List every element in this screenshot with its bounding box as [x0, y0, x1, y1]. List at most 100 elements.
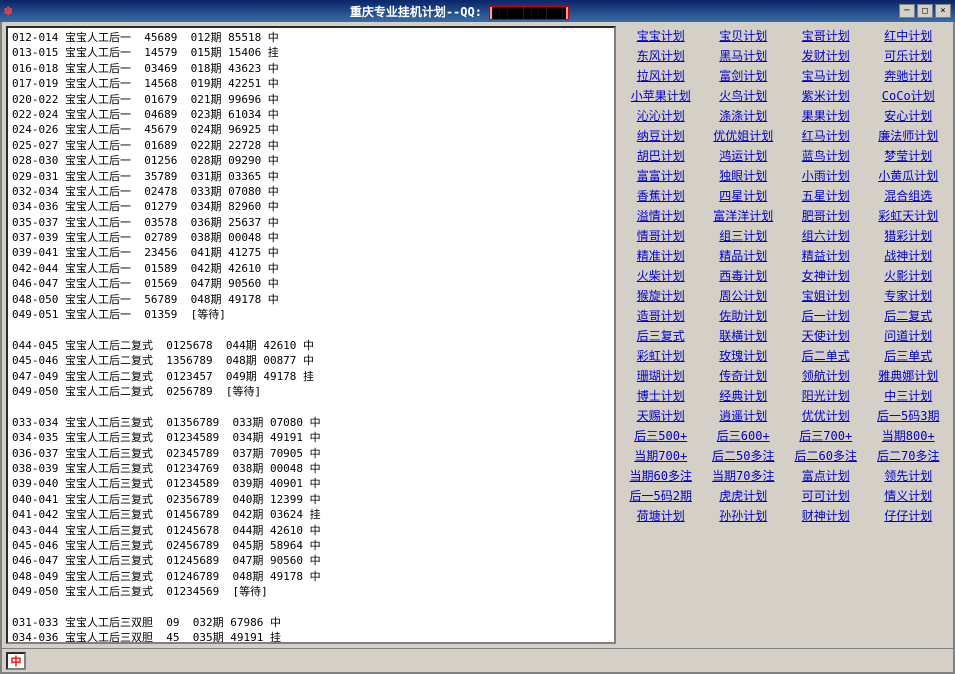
- plan-link[interactable]: 宝马计划: [785, 66, 867, 85]
- plan-link[interactable]: 战神计划: [868, 246, 950, 265]
- plan-link[interactable]: 珊瑚计划: [620, 366, 702, 385]
- plan-link[interactable]: 后三单式: [868, 346, 950, 365]
- plan-link[interactable]: 女神计划: [785, 266, 867, 285]
- plan-link[interactable]: 组六计划: [785, 226, 867, 245]
- plan-link[interactable]: 后一5码2期: [620, 486, 702, 505]
- plan-link[interactable]: 火鸟计划: [703, 86, 785, 105]
- plan-link[interactable]: 当期70多注: [703, 466, 785, 485]
- plan-link[interactable]: 奔驰计划: [868, 66, 950, 85]
- plan-link[interactable]: 彩虹计划: [620, 346, 702, 365]
- plan-link[interactable]: 宝贝计划: [703, 26, 785, 45]
- plan-link[interactable]: 情义计划: [868, 486, 950, 505]
- plan-link[interactable]: 混合组选: [868, 186, 950, 205]
- plan-link[interactable]: 香蕉计划: [620, 186, 702, 205]
- plan-link[interactable]: 天使计划: [785, 326, 867, 345]
- plan-link[interactable]: 佐助计划: [703, 306, 785, 325]
- plan-link[interactable]: 沁沁计划: [620, 106, 702, 125]
- plan-link[interactable]: 五星计划: [785, 186, 867, 205]
- plan-link[interactable]: 后二60多注: [785, 446, 867, 465]
- plan-link[interactable]: 火影计划: [868, 266, 950, 285]
- plan-link[interactable]: 安心计划: [868, 106, 950, 125]
- plan-link[interactable]: 红中计划: [868, 26, 950, 45]
- plan-link[interactable]: 小黄瓜计划: [868, 166, 950, 185]
- plan-link[interactable]: 后二70多注: [868, 446, 950, 465]
- plan-link[interactable]: 后三复式: [620, 326, 702, 345]
- plan-link[interactable]: 领先计划: [868, 466, 950, 485]
- plan-link[interactable]: 紫米计划: [785, 86, 867, 105]
- plan-link[interactable]: 精准计划: [620, 246, 702, 265]
- plan-link[interactable]: 西毒计划: [703, 266, 785, 285]
- plan-link[interactable]: 四星计划: [703, 186, 785, 205]
- plan-link[interactable]: 造哥计划: [620, 306, 702, 325]
- plan-link[interactable]: 荷塘计划: [620, 506, 702, 525]
- plan-link[interactable]: 后二50多注: [703, 446, 785, 465]
- plan-link[interactable]: 中三计划: [868, 386, 950, 405]
- plan-link[interactable]: 肥哥计划: [785, 206, 867, 225]
- plan-link[interactable]: 后三500+: [620, 426, 702, 445]
- plan-link[interactable]: 阳光计划: [785, 386, 867, 405]
- plan-link[interactable]: 红马计划: [785, 126, 867, 145]
- plan-link[interactable]: 周公计划: [703, 286, 785, 305]
- plan-link[interactable]: 博士计划: [620, 386, 702, 405]
- plan-link[interactable]: 彩虹天计划: [868, 206, 950, 225]
- plan-link[interactable]: CoCo计划: [868, 86, 950, 105]
- plan-link[interactable]: 后三600+: [703, 426, 785, 445]
- plan-link[interactable]: 后二单式: [785, 346, 867, 365]
- plan-link[interactable]: 孙孙计划: [703, 506, 785, 525]
- plan-link[interactable]: 经典计划: [703, 386, 785, 405]
- plan-link[interactable]: 富富计划: [620, 166, 702, 185]
- plan-link[interactable]: 雅典娜计划: [868, 366, 950, 385]
- minimize-button[interactable]: ─: [899, 4, 915, 18]
- plan-link[interactable]: 专家计划: [868, 286, 950, 305]
- plan-link[interactable]: 果果计划: [785, 106, 867, 125]
- qq-input[interactable]: [489, 6, 569, 20]
- plan-link[interactable]: 黑马计划: [703, 46, 785, 65]
- plan-link[interactable]: 廉法师计划: [868, 126, 950, 145]
- plan-link[interactable]: 天赐计划: [620, 406, 702, 425]
- plan-text-area[interactable]: 012-014 宝宝人工后一 45689 012期 85518 中 013-01…: [8, 28, 614, 642]
- close-button[interactable]: ×: [935, 4, 951, 18]
- plan-link[interactable]: 独眼计划: [703, 166, 785, 185]
- plan-link[interactable]: 富剑计划: [703, 66, 785, 85]
- plan-link[interactable]: 当期800+: [868, 426, 950, 445]
- plan-link[interactable]: 情哥计划: [620, 226, 702, 245]
- plan-link[interactable]: 鸿运计划: [703, 146, 785, 165]
- plan-link[interactable]: 当期60多注: [620, 466, 702, 485]
- plan-link[interactable]: 宝姐计划: [785, 286, 867, 305]
- plan-link[interactable]: 猎彩计划: [868, 226, 950, 245]
- plan-link[interactable]: 宝宝计划: [620, 26, 702, 45]
- plan-link[interactable]: 优优计划: [785, 406, 867, 425]
- plan-link[interactable]: 猴旋计划: [620, 286, 702, 305]
- plan-link[interactable]: 后三700+: [785, 426, 867, 445]
- plan-link[interactable]: 后一5码3期: [868, 406, 950, 425]
- maximize-button[interactable]: □: [917, 4, 933, 18]
- plan-link[interactable]: 蓝鸟计划: [785, 146, 867, 165]
- plan-link[interactable]: 组三计划: [703, 226, 785, 245]
- plan-link[interactable]: 领航计划: [785, 366, 867, 385]
- plan-link[interactable]: 当期700+: [620, 446, 702, 465]
- plan-link[interactable]: 问道计划: [868, 326, 950, 345]
- plan-link[interactable]: 小雨计划: [785, 166, 867, 185]
- plan-link[interactable]: 富洋洋计划: [703, 206, 785, 225]
- plan-link[interactable]: 联横计划: [703, 326, 785, 345]
- plan-link[interactable]: 东风计划: [620, 46, 702, 65]
- plan-link[interactable]: 传奇计划: [703, 366, 785, 385]
- plan-link[interactable]: 精品计划: [703, 246, 785, 265]
- plan-link[interactable]: 精益计划: [785, 246, 867, 265]
- plan-link[interactable]: 发财计划: [785, 46, 867, 65]
- plan-link[interactable]: 玫瑰计划: [703, 346, 785, 365]
- plan-link[interactable]: 火柴计划: [620, 266, 702, 285]
- plan-link[interactable]: 虎虎计划: [703, 486, 785, 505]
- plan-link[interactable]: 优优姐计划: [703, 126, 785, 145]
- plan-link[interactable]: 仔仔计划: [868, 506, 950, 525]
- plan-link[interactable]: 后二复式: [868, 306, 950, 325]
- plan-link[interactable]: 宝哥计划: [785, 26, 867, 45]
- plan-link[interactable]: 逍遥计划: [703, 406, 785, 425]
- plan-link[interactable]: 胡巴计划: [620, 146, 702, 165]
- plan-link[interactable]: 涤涤计划: [703, 106, 785, 125]
- plan-link[interactable]: 梦莹计划: [868, 146, 950, 165]
- plan-link[interactable]: 可可计划: [785, 486, 867, 505]
- plan-link[interactable]: 拉风计划: [620, 66, 702, 85]
- plan-link[interactable]: 纳豆计划: [620, 126, 702, 145]
- plan-link[interactable]: 可乐计划: [868, 46, 950, 65]
